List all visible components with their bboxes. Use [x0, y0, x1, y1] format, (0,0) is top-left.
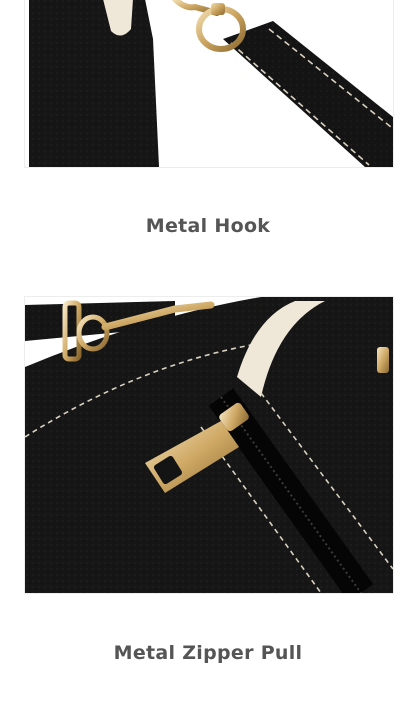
zipper-pull-caption: Metal Zipper Pull: [113, 642, 303, 664]
zipper-image: [25, 297, 393, 593]
zipper-photo: [24, 296, 394, 594]
hook-image: [25, 0, 393, 167]
hook-photo: [24, 0, 394, 168]
metal-hook-caption: Metal Hook: [145, 215, 271, 237]
